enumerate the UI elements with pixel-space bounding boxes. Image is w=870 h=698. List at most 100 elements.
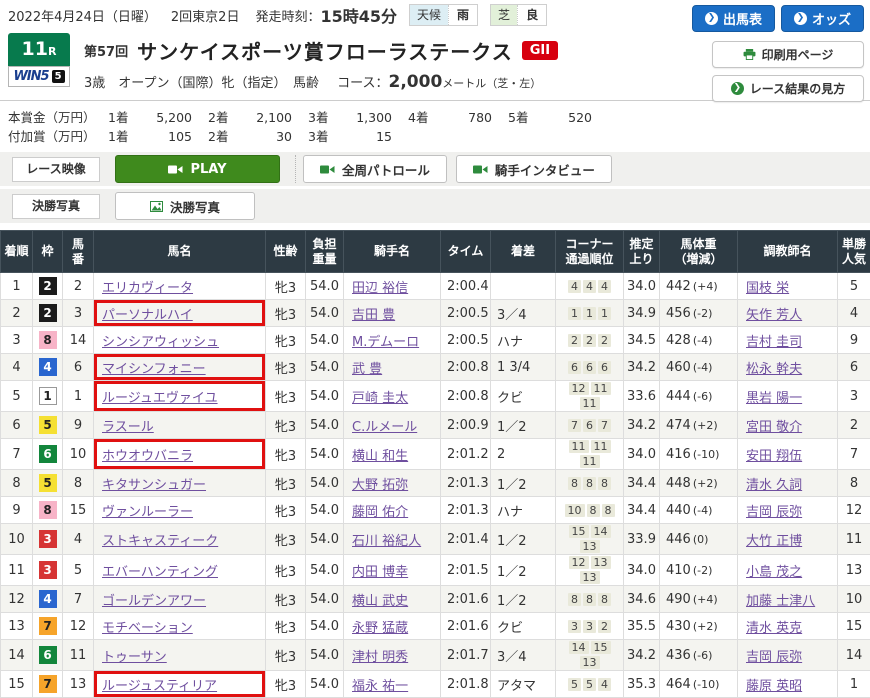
trainer-name-link[interactable]: 松永 幹夫: [746, 362, 802, 377]
jockey-name-link[interactable]: M.デムーロ: [352, 335, 419, 350]
trainer-name-link[interactable]: 清水 久詞: [746, 478, 802, 493]
horse-name-cell: ホウオウバニラ: [94, 439, 266, 470]
finish-position: 6: [1, 412, 33, 439]
horse-name-link[interactable]: ルージュエヴァイユ: [102, 391, 218, 406]
horse-name-link[interactable]: ルージュスティリア: [102, 679, 217, 694]
jockey-cell: M.デムーロ: [344, 327, 441, 354]
horse-name-link[interactable]: ストキャスティーク: [102, 534, 218, 549]
odds-button[interactable]: ❯ オッズ: [781, 5, 864, 32]
jockey-name-link[interactable]: 横山 和生: [352, 449, 408, 464]
corner-passing-order: 121111: [556, 381, 624, 412]
jockey-name-link[interactable]: 武 豊: [352, 362, 382, 377]
race-number-suffix: R: [48, 45, 56, 58]
corner-pass-number: 15: [569, 525, 589, 538]
finish-time: 2:00.5: [441, 300, 491, 327]
photo-icon: [150, 201, 163, 212]
last-3f-time: 33.6: [624, 381, 660, 412]
jockey-name-link[interactable]: 横山 武史: [352, 594, 408, 609]
sex-age: 牝3: [266, 586, 306, 613]
horse-name-link[interactable]: ゴールデンアワー: [102, 594, 206, 609]
finish-photo-button[interactable]: 決勝写真: [115, 192, 255, 220]
margin: 1／2: [491, 555, 556, 586]
trainer-name-link[interactable]: 矢作 芳人: [746, 308, 802, 323]
frame-cell: 2: [33, 273, 63, 300]
corner-pass-number: 11: [580, 397, 600, 410]
patrol-video-button[interactable]: 全周パトロール: [303, 155, 447, 183]
horse-weight-value: 446: [666, 532, 691, 547]
sex-age: 牝3: [266, 524, 306, 555]
jockey-name-link[interactable]: 戸崎 圭太: [352, 391, 408, 406]
trainer-name-link[interactable]: 吉村 圭司: [746, 335, 802, 350]
jockey-name-link[interactable]: 石川 裕紀人: [352, 534, 421, 549]
prize-amount: 2,100: [238, 110, 292, 125]
finish-position: 10: [1, 524, 33, 555]
col-header-label: 単勝 人気: [842, 237, 866, 266]
horse-weight-change: (-2): [693, 307, 713, 320]
finish-time: 2:01.6: [441, 613, 491, 640]
jockey-name-link[interactable]: 津村 明秀: [352, 650, 408, 665]
trainer-name-link[interactable]: 黒岩 陽一: [746, 391, 802, 406]
carried-weight: 54.0: [306, 381, 344, 412]
jockey-name-link[interactable]: 永野 猛蔵: [352, 621, 408, 636]
trainer-name-link[interactable]: 大竹 正博: [746, 534, 802, 549]
margin: クビ: [491, 381, 556, 412]
prize-amount: 105: [138, 129, 192, 144]
jockey-interview-button[interactable]: 騎手インタビュー: [456, 155, 612, 183]
last-3f-time: 34.0: [624, 273, 660, 300]
jockey-cell: 津村 明秀: [344, 640, 441, 671]
corner-pass-number: 15: [591, 641, 611, 654]
trainer-name-link[interactable]: 吉岡 辰弥: [746, 505, 802, 520]
jockey-name-link[interactable]: 吉田 豊: [352, 308, 395, 323]
horse-name-link[interactable]: ホウオウバニラ: [102, 449, 193, 464]
horse-name-link[interactable]: キタサンシュガー: [102, 478, 206, 493]
corner-passing-order: 1088: [556, 497, 624, 524]
trainer-name-link[interactable]: 藤原 英昭: [746, 679, 802, 694]
horse-name-link[interactable]: モチベーション: [102, 621, 193, 636]
corner-pass-number: 1: [583, 307, 596, 320]
prize-amount: 780: [438, 110, 492, 125]
horse-name-link[interactable]: エリカヴィータ: [102, 281, 193, 296]
trainer-name-link[interactable]: 小島 茂之: [746, 565, 802, 580]
trainer-name-link[interactable]: 清水 英克: [746, 621, 802, 636]
frame-cell: 7: [33, 671, 63, 698]
horse-name-link[interactable]: マイシンフォニー: [102, 362, 206, 377]
prize-pair: 1着5,200: [108, 110, 208, 125]
trainer-name-link[interactable]: 安田 翔伍: [746, 449, 802, 464]
win5-text: WIN5: [13, 69, 48, 84]
frame-number-badge: 5: [39, 416, 57, 434]
jockey-name-link[interactable]: 大野 拓弥: [352, 478, 408, 493]
frame-cell: 5: [33, 470, 63, 497]
jockey-cell: 横山 和生: [344, 439, 441, 470]
media-section: レース映像 PLAY 全周パトロール 騎手インタビュー 決勝写真 決勝写真: [0, 152, 870, 223]
main-prize-row: 本賞金（万円） 1着5,2002着2,1003着1,3004着7805着520: [8, 107, 862, 126]
trainer-name-link[interactable]: 国枝 栄: [746, 281, 789, 296]
finish-time: 2:00.9: [441, 412, 491, 439]
play-button[interactable]: PLAY: [115, 155, 280, 183]
jockey-name-link[interactable]: 藤岡 佑介: [352, 505, 408, 520]
horse-name-link[interactable]: トゥーサン: [102, 650, 167, 665]
horse-name-link[interactable]: シンシアウィッシュ: [102, 335, 219, 350]
trainer-name-link[interactable]: 宮田 敬介: [746, 420, 802, 435]
table-row: 10 3 4 ストキャスティーク 牝3 54.0 石川 裕紀人 2:01.4 1…: [1, 524, 870, 555]
print-page-button[interactable]: 印刷用ページ: [712, 41, 864, 68]
sex-age: 牝3: [266, 327, 306, 354]
horse-name-link[interactable]: ラスール: [102, 420, 154, 435]
corner-pass-number: 8: [602, 504, 615, 517]
trainer-name-link[interactable]: 加藤 士津八: [746, 594, 815, 609]
finish-time: 2:01.5: [441, 555, 491, 586]
horse-name-link[interactable]: エバーハンティング: [102, 565, 218, 580]
horse-name-link[interactable]: パーソナルハイ: [102, 308, 193, 323]
result-guide-button[interactable]: ❯ レース結果の見方: [712, 75, 864, 102]
horse-name-link[interactable]: ヴァンルーラー: [102, 505, 193, 520]
entries-button[interactable]: ❯ 出馬表: [692, 5, 775, 32]
trainer-cell: 清水 久詞: [738, 470, 838, 497]
sex-age: 牝3: [266, 273, 306, 300]
finish-position: 14: [1, 640, 33, 671]
trainer-name-link[interactable]: 吉岡 辰弥: [746, 650, 802, 665]
video-camera-icon: [473, 164, 488, 175]
horse-number: 1: [63, 381, 94, 412]
jockey-name-link[interactable]: 内田 博幸: [352, 565, 408, 580]
jockey-name-link[interactable]: C.ルメール: [352, 420, 417, 435]
jockey-name-link[interactable]: 福永 祐一: [352, 679, 408, 694]
jockey-name-link[interactable]: 田辺 裕信: [352, 281, 408, 296]
